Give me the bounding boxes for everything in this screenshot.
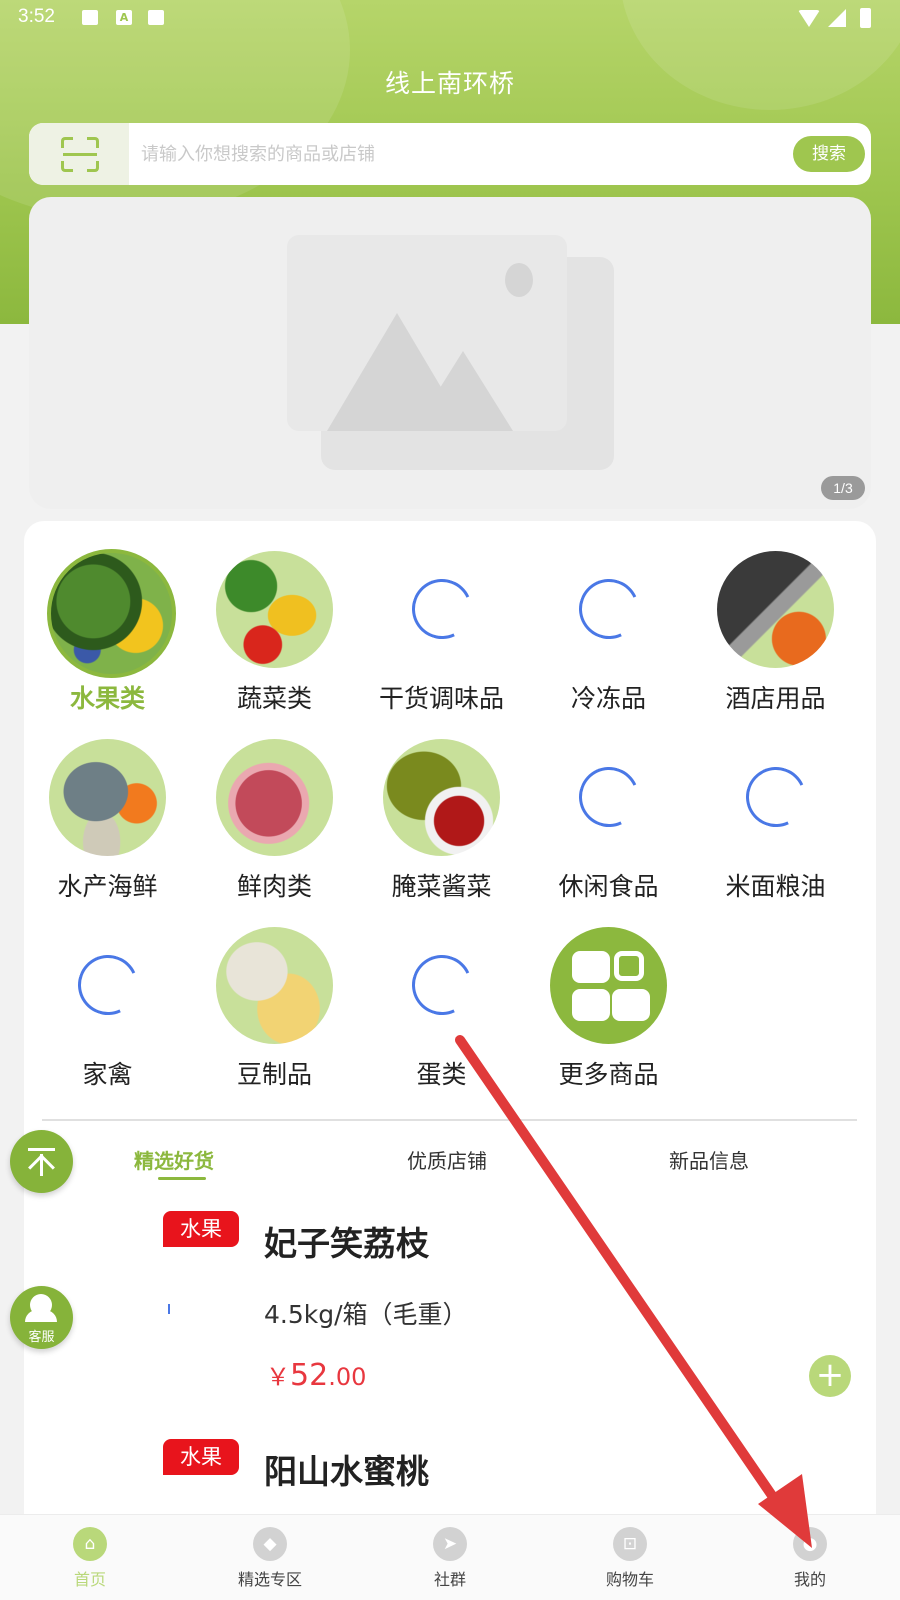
tab-quality-shops[interactable]: 优质店铺 bbox=[407, 1145, 487, 1174]
tab-active-indicator bbox=[158, 1177, 206, 1180]
nav-label: 我的 bbox=[793, 1570, 826, 1589]
product-tag: 水果 bbox=[163, 1439, 239, 1475]
category-fresh-meat-image bbox=[216, 739, 333, 856]
divider bbox=[42, 1119, 857, 1121]
category-tofu-image bbox=[216, 927, 333, 1044]
nav-label: 精选专区 bbox=[237, 1570, 302, 1589]
category-poultry[interactable]: 家禽 bbox=[24, 897, 191, 1089]
status-time: 3:52 bbox=[18, 6, 55, 27]
customer-service-button[interactable]: 客服 bbox=[10, 1286, 73, 1349]
tab-featured[interactable]: 精选好货 bbox=[134, 1145, 214, 1174]
category-fruit[interactable]: 水果类 bbox=[24, 521, 191, 713]
nav-label: 购物车 bbox=[605, 1570, 654, 1589]
category-fruit-image bbox=[47, 549, 176, 678]
nav-cart[interactable]: ⊡ 购物车 bbox=[540, 1515, 720, 1600]
nav-label: 社群 bbox=[433, 1570, 466, 1589]
scan-icon bbox=[61, 137, 99, 172]
product-card[interactable]: 水果 阳山水蜜桃 bbox=[24, 1439, 876, 1509]
product-thumbnail bbox=[168, 1304, 170, 1314]
loading-spinner-icon bbox=[737, 758, 815, 836]
nav-home[interactable]: ⌂ 首页 bbox=[0, 1515, 180, 1600]
nav-label: 首页 bbox=[73, 1570, 106, 1589]
product-name: 妃子笑荔枝 bbox=[264, 1224, 429, 1263]
square-notification-icon bbox=[148, 10, 164, 25]
search-bar: 搜索 bbox=[29, 123, 871, 185]
category-eggs[interactable]: 蛋类 bbox=[358, 897, 525, 1089]
back-to-top-button[interactable] bbox=[10, 1130, 73, 1193]
category-label: 米面粮油 bbox=[725, 872, 826, 901]
compass-icon: ➤ bbox=[433, 1527, 467, 1561]
category-snacks[interactable]: 休闲食品 bbox=[525, 709, 692, 901]
product-price: ￥52.00 bbox=[266, 1358, 367, 1393]
loading-spinner-icon bbox=[570, 758, 648, 836]
wifi-icon bbox=[798, 10, 820, 27]
image-placeholder-sun bbox=[505, 263, 533, 297]
nav-profile[interactable]: ● 我的 bbox=[720, 1515, 900, 1600]
category-pickles[interactable]: 腌菜酱菜 bbox=[358, 709, 525, 901]
diamond-icon: ◆ bbox=[253, 1527, 287, 1561]
content-panel: 水果类 蔬菜类 干货调味品 冷冻品 酒店用品 水产海鲜 鲜肉类 腌菜酱菜 休闲食… bbox=[24, 521, 876, 1521]
signal-icon bbox=[828, 9, 846, 27]
category-hotel-supplies[interactable]: 酒店用品 bbox=[692, 521, 859, 713]
loading-spinner-icon bbox=[570, 570, 648, 648]
category-label: 蛋类 bbox=[416, 1060, 467, 1089]
category-grain-oil[interactable]: 米面粮油 bbox=[692, 709, 859, 901]
back-to-top-icon bbox=[28, 1148, 55, 1151]
search-button[interactable]: 搜索 bbox=[793, 136, 865, 172]
product-name: 阳山水蜜桃 bbox=[264, 1452, 429, 1491]
battery-icon bbox=[860, 8, 871, 28]
category-hotel-supplies-image bbox=[717, 551, 834, 668]
user-icon: ● bbox=[793, 1527, 827, 1561]
product-tabs: 精选好货 优质店铺 新品信息 bbox=[24, 1131, 876, 1181]
image-placeholder-mountain bbox=[413, 351, 513, 431]
home-icon: ⌂ bbox=[73, 1527, 107, 1561]
loading-spinner-icon bbox=[403, 946, 481, 1024]
search-input[interactable] bbox=[141, 137, 801, 171]
customer-service-label: 客服 bbox=[28, 1330, 55, 1345]
more-grid-icon bbox=[550, 927, 667, 1044]
category-frozen[interactable]: 冷冻品 bbox=[525, 521, 692, 713]
nav-community[interactable]: ➤ 社群 bbox=[360, 1515, 540, 1600]
category-tofu[interactable]: 豆制品 bbox=[191, 897, 358, 1089]
status-bar: 3:52 A bbox=[0, 0, 900, 36]
category-seafood-image bbox=[49, 739, 166, 856]
banner-page-indicator: 1/3 bbox=[821, 476, 865, 500]
category-label: 豆制品 bbox=[236, 1060, 312, 1089]
category-pickles-image bbox=[383, 739, 500, 856]
product-card[interactable]: 水果 妃子笑荔枝 4.5kg/箱（毛重） ￥52.00 + bbox=[24, 1211, 876, 1421]
tab-new-products[interactable]: 新品信息 bbox=[669, 1145, 749, 1174]
loading-spinner-icon bbox=[403, 570, 481, 648]
add-to-cart-button[interactable]: + bbox=[809, 1355, 851, 1397]
page-title: 线上南环桥 bbox=[384, 69, 515, 98]
cart-icon: ⊡ bbox=[613, 1527, 647, 1561]
nav-featured[interactable]: ◆ 精选专区 bbox=[180, 1515, 360, 1600]
category-more[interactable]: 更多商品 bbox=[525, 897, 692, 1089]
product-tag: 水果 bbox=[163, 1211, 239, 1247]
category-label: 家禽 bbox=[82, 1060, 133, 1089]
status-icons bbox=[798, 7, 882, 29]
scan-button[interactable] bbox=[29, 123, 129, 185]
category-dried-goods[interactable]: 干货调味品 bbox=[358, 521, 525, 713]
category-vegetables[interactable]: 蔬菜类 bbox=[191, 521, 358, 713]
category-seafood[interactable]: 水产海鲜 bbox=[24, 709, 191, 901]
a-notification-icon: A bbox=[116, 10, 132, 25]
image-notification-icon bbox=[82, 10, 98, 25]
bottom-navigation: ⌂ 首页 ◆ 精选专区 ➤ 社群 ⊡ 购物车 ● 我的 bbox=[0, 1514, 900, 1600]
product-spec: 4.5kg/箱（毛重） bbox=[264, 1300, 468, 1329]
category-vegetables-image bbox=[216, 551, 333, 668]
banner-carousel[interactable]: 1/3 bbox=[29, 197, 871, 509]
category-label: 更多商品 bbox=[558, 1060, 659, 1089]
category-fresh-meat[interactable]: 鲜肉类 bbox=[191, 709, 358, 901]
loading-spinner-icon bbox=[69, 946, 147, 1024]
